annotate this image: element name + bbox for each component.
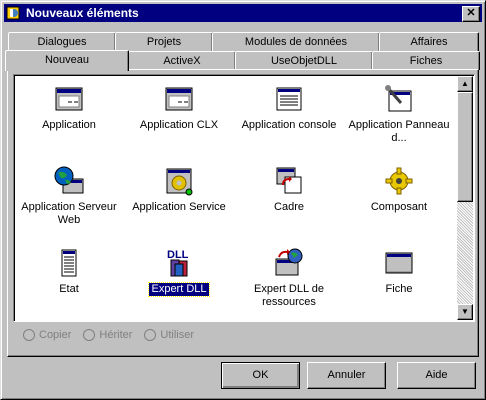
- list-item-cadre[interactable]: Cadre: [234, 165, 344, 214]
- list-item-application-serveur-web[interactable]: Application Serveur Web: [14, 165, 124, 227]
- scroll-down-icon[interactable]: ▼: [457, 304, 473, 320]
- frame-arrow-icon: [273, 165, 305, 197]
- scroll-up-icon[interactable]: ▲: [457, 76, 473, 92]
- tab-fiches[interactable]: Fiches: [372, 51, 480, 70]
- item-label: Application Serveur Web: [21, 201, 117, 226]
- application-window-icon: [53, 83, 85, 115]
- tab-modules-de-donnees[interactable]: Modules de données: [212, 32, 380, 51]
- ok-button[interactable]: OK: [221, 362, 300, 389]
- vertical-scrollbar[interactable]: ▲ ▼: [457, 76, 473, 320]
- dll-resources-globe-icon: [273, 247, 305, 279]
- item-label: Application CLX: [139, 119, 219, 131]
- radio-copier[interactable]: Copier: [23, 329, 71, 341]
- list-item-etat[interactable]: Etat: [14, 247, 124, 296]
- gear-window-icon: [163, 165, 195, 197]
- application-clx-window-icon: [163, 83, 195, 115]
- item-label: Application: [42, 119, 96, 131]
- item-label: Cadre: [274, 201, 304, 213]
- tab-useobjetdll[interactable]: UseObjetDLL: [235, 51, 373, 70]
- item-label: Etat: [59, 283, 79, 295]
- console-lines-icon: [273, 83, 305, 115]
- item-label: Application console: [241, 119, 337, 131]
- list-item-application-clx[interactable]: Application CLX: [124, 83, 234, 132]
- tab-projets[interactable]: Projets: [115, 32, 213, 51]
- globe-server-icon: [53, 165, 85, 197]
- radio-label: Utiliser: [160, 329, 195, 341]
- radio-label: Copier: [39, 329, 72, 341]
- dialog-window: Nouveaux éléments ✕ Dialogues Projets Mo…: [0, 0, 486, 400]
- cancel-button[interactable]: Annuler: [307, 362, 386, 389]
- item-label: Fiche: [385, 283, 413, 295]
- tab-dialogues[interactable]: Dialogues: [8, 32, 116, 51]
- item-label-selected: Expert DLL: [148, 282, 210, 297]
- list-item-application-service[interactable]: Application Service: [124, 165, 234, 214]
- items-list[interactable]: Application Application CLX Application …: [13, 74, 475, 322]
- list-item-expert-dll-ressources[interactable]: Expert DLL de ressources: [234, 247, 344, 309]
- tab-nouveau[interactable]: Nouveau: [5, 50, 129, 71]
- radio-circle-icon: [23, 329, 35, 341]
- radio-circle-icon: [83, 329, 96, 341]
- radio-heriter[interactable]: Hériter: [83, 329, 132, 341]
- list-item-application-console[interactable]: Application console: [234, 83, 344, 132]
- item-label: Application Service: [132, 201, 226, 213]
- list-item-expert-dll[interactable]: DLL Expert DLL: [124, 247, 234, 297]
- scroll-thumb[interactable]: [457, 92, 473, 202]
- blank-form-icon: [383, 247, 415, 279]
- tab-affaires[interactable]: Affaires: [379, 32, 479, 51]
- control-panel-wrench-icon: [383, 83, 415, 115]
- report-page-icon: [53, 247, 85, 279]
- title-bar[interactable]: Nouveaux éléments ✕: [4, 4, 482, 22]
- list-item-application[interactable]: Application: [14, 83, 124, 132]
- list-item-fiche[interactable]: Fiche: [344, 247, 454, 296]
- list-item-application-panneau[interactable]: Application Panneau d...: [344, 83, 454, 145]
- radio-circle-icon: [144, 329, 157, 341]
- svg-text:DLL: DLL: [167, 249, 189, 261]
- inherit-options: Copier Hériter Utiliser: [23, 329, 194, 341]
- close-button[interactable]: ✕: [462, 6, 480, 22]
- window-title: Nouveaux éléments: [26, 6, 139, 20]
- gear-yellow-icon: [383, 165, 415, 197]
- delphi-app-icon: [6, 5, 22, 21]
- radio-utiliser[interactable]: Utiliser: [144, 329, 194, 341]
- dll-icon: DLL: [163, 247, 195, 279]
- help-button[interactable]: Aide: [397, 362, 476, 389]
- radio-label: Hériter: [99, 329, 133, 341]
- item-label: Expert DLL de ressources: [254, 283, 324, 308]
- tab-activex[interactable]: ActiveX: [128, 51, 236, 70]
- item-label: Composant: [370, 201, 428, 213]
- item-label: Application Panneau d...: [348, 119, 450, 144]
- list-item-composant[interactable]: Composant: [344, 165, 454, 214]
